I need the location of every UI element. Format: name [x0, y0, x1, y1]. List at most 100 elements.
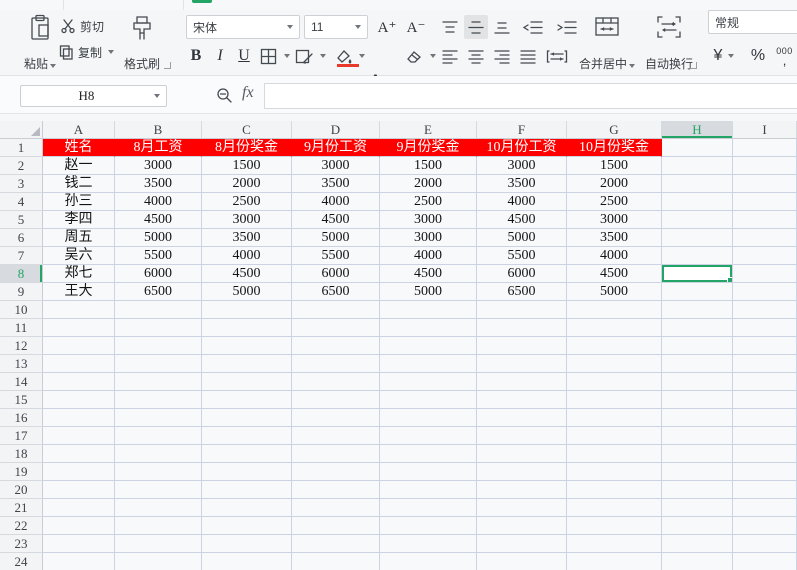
cell-I1[interactable] [733, 139, 797, 157]
cell-I8[interactable] [733, 265, 797, 283]
cell-G2[interactable]: 1500 [567, 157, 662, 175]
italic-button[interactable]: I [210, 44, 230, 68]
cell-E22[interactable] [380, 517, 477, 535]
cell-H17[interactable] [662, 427, 733, 445]
cell-C16[interactable] [202, 409, 292, 427]
cell-H9[interactable] [662, 283, 733, 301]
cell-D16[interactable] [292, 409, 380, 427]
cell-E2[interactable]: 1500 [380, 157, 477, 175]
cell-C15[interactable] [202, 391, 292, 409]
cell-H6[interactable] [662, 229, 733, 247]
format-painter-button[interactable]: 格式刷 [118, 12, 166, 74]
cell-G17[interactable] [567, 427, 662, 445]
align-bottom-button[interactable] [490, 15, 514, 39]
cell-I9[interactable] [733, 283, 797, 301]
cell-D18[interactable] [292, 445, 380, 463]
cell-F24[interactable] [477, 553, 567, 570]
increase-font-button[interactable]: A⁺ [374, 15, 400, 39]
row-header-8[interactable]: 8 [0, 265, 43, 283]
row-header-12[interactable]: 12 [0, 337, 43, 355]
cell-B17[interactable] [115, 427, 202, 445]
cell-F7[interactable]: 5500 [477, 247, 567, 265]
cell-G20[interactable] [567, 481, 662, 499]
cell-E24[interactable] [380, 553, 477, 570]
cell-H10[interactable] [662, 301, 733, 319]
cell-D22[interactable] [292, 517, 380, 535]
cell-G22[interactable] [567, 517, 662, 535]
cell-B7[interactable]: 5500 [115, 247, 202, 265]
row-header-20[interactable]: 20 [0, 481, 43, 499]
cell-F16[interactable] [477, 409, 567, 427]
cell-H21[interactable] [662, 499, 733, 517]
cell-E5[interactable]: 3000 [380, 211, 477, 229]
cell-I2[interactable] [733, 157, 797, 175]
cell-D1[interactable]: 9月份工资 [292, 139, 380, 157]
cell-B5[interactable]: 4500 [115, 211, 202, 229]
cell-F22[interactable] [477, 517, 567, 535]
cell-E16[interactable] [380, 409, 477, 427]
cell-H16[interactable] [662, 409, 733, 427]
cell-H19[interactable] [662, 463, 733, 481]
formula-input[interactable] [264, 83, 797, 109]
cell-I21[interactable] [733, 499, 797, 517]
cell-G10[interactable] [567, 301, 662, 319]
row-header-19[interactable]: 19 [0, 463, 43, 481]
column-header-G[interactable]: G [567, 121, 662, 139]
cell-I10[interactable] [733, 301, 797, 319]
cell-F4[interactable]: 4000 [477, 193, 567, 211]
cell-I13[interactable] [733, 355, 797, 373]
cell-B2[interactable]: 3000 [115, 157, 202, 175]
cell-G3[interactable]: 2000 [567, 175, 662, 193]
row-header-24[interactable]: 24 [0, 553, 43, 570]
cell-B22[interactable] [115, 517, 202, 535]
cell-A16[interactable] [43, 409, 115, 427]
cell-A17[interactable] [43, 427, 115, 445]
cell-A12[interactable] [43, 337, 115, 355]
cell-I19[interactable] [733, 463, 797, 481]
cell-G6[interactable]: 3500 [567, 229, 662, 247]
cell-G8[interactable]: 4500 [567, 265, 662, 283]
percent-format-button[interactable]: % [746, 44, 770, 68]
column-header-D[interactable]: D [292, 121, 380, 139]
cell-A22[interactable] [43, 517, 115, 535]
cell-A18[interactable] [43, 445, 115, 463]
cell-G21[interactable] [567, 499, 662, 517]
cell-B12[interactable] [115, 337, 202, 355]
cell-I3[interactable] [733, 175, 797, 193]
align-right-button[interactable] [490, 44, 514, 68]
row-header-22[interactable]: 22 [0, 517, 43, 535]
cell-E19[interactable] [380, 463, 477, 481]
row-header-7[interactable]: 7 [0, 247, 43, 265]
cell-E18[interactable] [380, 445, 477, 463]
row-header-16[interactable]: 16 [0, 409, 43, 427]
align-top-button[interactable] [438, 15, 462, 39]
merge-center-button[interactable]: 合并居中 [576, 12, 638, 74]
insert-function-button[interactable]: fx [242, 84, 254, 102]
cell-G23[interactable] [567, 535, 662, 553]
cell-E20[interactable] [380, 481, 477, 499]
cell-I18[interactable] [733, 445, 797, 463]
row-header-15[interactable]: 15 [0, 391, 43, 409]
select-all-corner[interactable] [0, 121, 43, 139]
cell-F19[interactable] [477, 463, 567, 481]
cell-G16[interactable] [567, 409, 662, 427]
cell-F23[interactable] [477, 535, 567, 553]
cell-D21[interactable] [292, 499, 380, 517]
cell-G11[interactable] [567, 319, 662, 337]
cell-G13[interactable] [567, 355, 662, 373]
cell-H1[interactable] [662, 139, 733, 157]
cell-E10[interactable] [380, 301, 477, 319]
row-header-5[interactable]: 5 [0, 211, 43, 229]
cell-H2[interactable] [662, 157, 733, 175]
cell-E4[interactable]: 2500 [380, 193, 477, 211]
cell-D15[interactable] [292, 391, 380, 409]
cell-C10[interactable] [202, 301, 292, 319]
cell-B20[interactable] [115, 481, 202, 499]
clipboard-group-launcher[interactable] [164, 62, 171, 69]
cell-G1[interactable]: 10月份奖金 [567, 139, 662, 157]
cell-C22[interactable] [202, 517, 292, 535]
cell-F17[interactable] [477, 427, 567, 445]
underline-button[interactable]: U [232, 44, 256, 68]
cell-G18[interactable] [567, 445, 662, 463]
cell-H11[interactable] [662, 319, 733, 337]
